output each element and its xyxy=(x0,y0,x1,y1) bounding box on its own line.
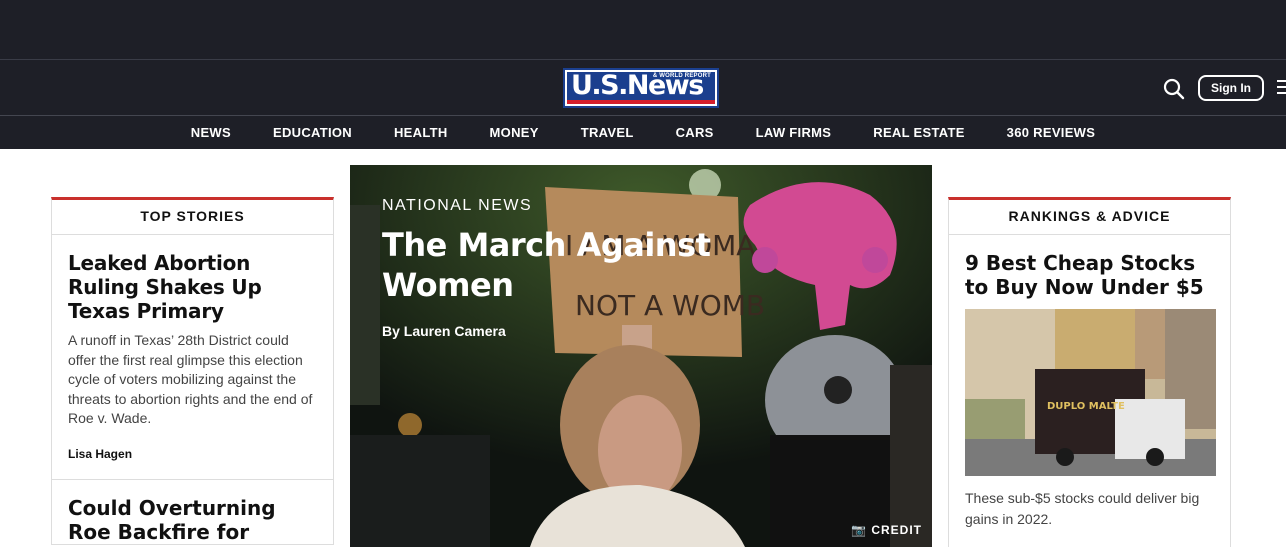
rankings-advice-panel: RANKINGS & ADVICE 9 Best Cheap Stocks to… xyxy=(948,197,1231,547)
hero-photo: I AM A WOMAN NOT A WOMB xyxy=(350,165,932,547)
site-header: U.S.News & WORLD REPORT Sign In xyxy=(0,60,1286,116)
rankings-story-image[interactable]: DUPLO MALTE xyxy=(965,309,1216,476)
hero-author[interactable]: Lauren Camera xyxy=(404,323,506,339)
story-summary: A runoff in Texas’ 28th District could o… xyxy=(68,332,313,426)
hero-title[interactable]: The March Against Women xyxy=(382,225,742,305)
truck-text: DUPLO MALTE xyxy=(1047,401,1125,412)
hamburger-menu-icon[interactable] xyxy=(1277,80,1286,96)
camera-icon: 📷 xyxy=(851,523,867,537)
top-story-item[interactable]: Leaked Abortion Ruling Shakes Up Texas P… xyxy=(52,235,333,479)
nav-law-firms[interactable]: LAW FIRMS xyxy=(735,116,853,149)
main-content: TOP STORIES Leaked Abortion Ruling Shake… xyxy=(0,149,1286,547)
hero-byline: By Lauren Camera xyxy=(382,323,506,339)
usnews-logo[interactable]: U.S.News & WORLD REPORT xyxy=(563,68,719,108)
story-title[interactable]: Could Overturning Roe Backfire for xyxy=(68,496,317,544)
nav-real-estate[interactable]: REAL ESTATE xyxy=(852,116,985,149)
byline-prefix: By xyxy=(382,323,400,339)
search-icon[interactable] xyxy=(1163,78,1185,100)
top-story-item[interactable]: Could Overturning Roe Backfire for xyxy=(52,478,333,544)
hero-feature[interactable]: I AM A WOMAN NOT A WOMB NATIONAL NEWS Th… xyxy=(350,165,932,547)
credit-label: CREDIT xyxy=(871,523,922,537)
nav-news[interactable]: NEWS xyxy=(170,116,252,149)
nav-360-reviews[interactable]: 360 REVIEWS xyxy=(986,116,1117,149)
rankings-story-title[interactable]: 9 Best Cheap Stocks to Buy Now Under $5 xyxy=(965,251,1214,299)
story-title[interactable]: Leaked Abortion Ruling Shakes Up Texas P… xyxy=(68,251,317,323)
top-stories-heading: TOP STORIES xyxy=(52,200,333,235)
nav-health[interactable]: HEALTH xyxy=(373,116,469,149)
hero-kicker[interactable]: NATIONAL NEWS xyxy=(382,197,532,215)
story-author[interactable]: Lisa Hagen xyxy=(68,447,317,479)
nav-cars[interactable]: CARS xyxy=(655,116,735,149)
photo-credit[interactable]: 📷 CREDIT xyxy=(851,523,922,537)
top-stories-panel: TOP STORIES Leaked Abortion Ruling Shake… xyxy=(51,197,334,545)
logo-subtext: & WORLD REPORT xyxy=(652,73,711,79)
rankings-story-summary: These sub-$5 stocks could deliver big ga… xyxy=(965,490,1200,527)
nav-education[interactable]: EDUCATION xyxy=(252,116,373,149)
top-banner-bar xyxy=(0,0,1286,60)
sign-in-button[interactable]: Sign In xyxy=(1198,75,1264,101)
rankings-story[interactable]: 9 Best Cheap Stocks to Buy Now Under $5 … xyxy=(949,235,1230,530)
nav-travel[interactable]: TRAVEL xyxy=(560,116,655,149)
main-nav: NEWS EDUCATION HEALTH MONEY TRAVEL CARS … xyxy=(0,116,1286,149)
rankings-heading: RANKINGS & ADVICE xyxy=(949,200,1230,235)
nav-money[interactable]: MONEY xyxy=(469,116,560,149)
